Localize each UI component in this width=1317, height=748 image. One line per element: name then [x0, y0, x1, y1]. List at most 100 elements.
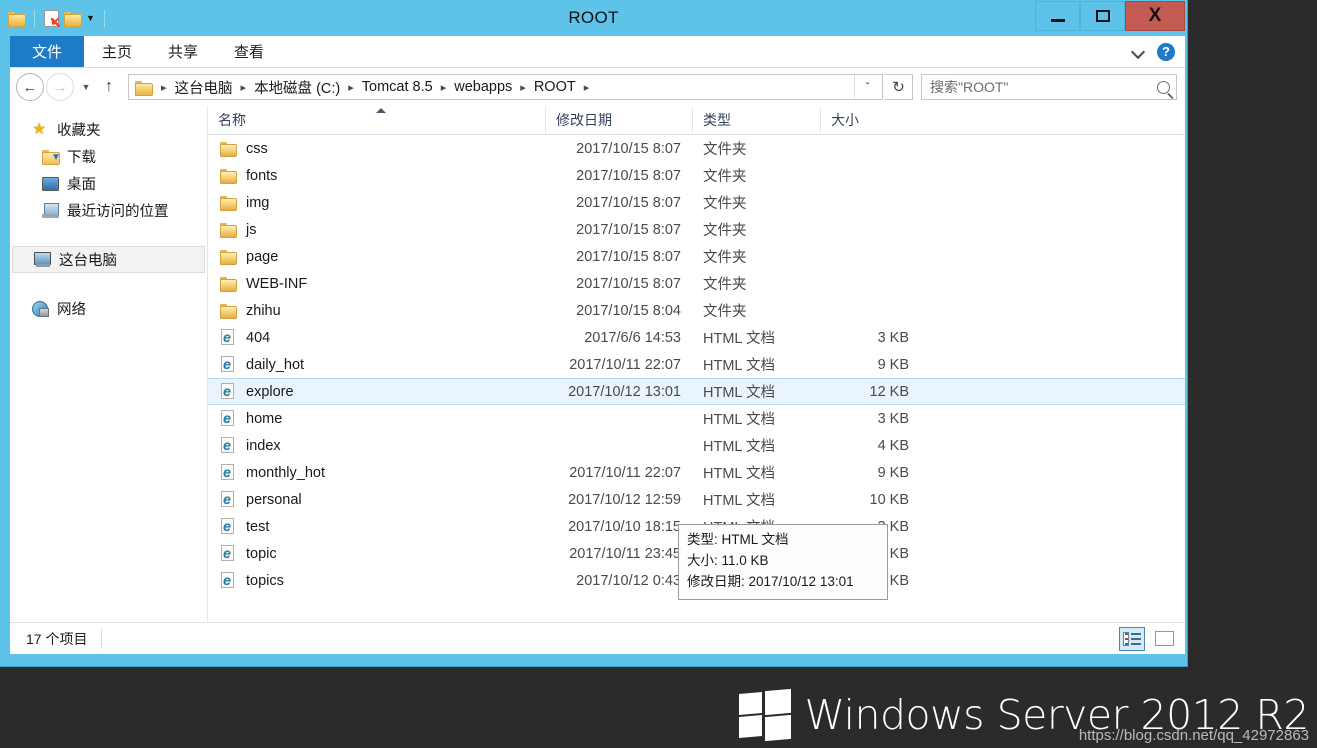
file-type: HTML 文档	[703, 466, 775, 482]
table-row[interactable]: e monthly_hot 2017/10/11 22:07 HTML 文档 9…	[208, 459, 1185, 486]
html-document-icon: e	[220, 518, 237, 535]
breadcrumb-item-root[interactable]: ROOT	[531, 79, 579, 95]
file-date: 2017/10/12 13:01	[568, 383, 681, 400]
file-size: 3 KB	[877, 329, 909, 346]
up-button[interactable]: ↑	[98, 73, 120, 101]
table-row[interactable]: e 404 2017/6/6 14:53 HTML 文档 3 KB	[208, 324, 1185, 351]
table-row[interactable]: js 2017/10/15 8:07 文件夹	[208, 216, 1185, 243]
recent-locations-button[interactable]: ▼	[76, 73, 96, 101]
sidebar-item-favorites[interactable]: ★ 收藏夹	[10, 116, 207, 143]
file-type: 文件夹	[703, 142, 747, 158]
breadcrumb-item-this-pc[interactable]: 这台电脑	[172, 77, 236, 98]
file-name: explore	[246, 383, 294, 400]
file-name-cell: e home	[220, 410, 546, 427]
search-input[interactable]: 搜索"ROOT"	[921, 74, 1177, 100]
sidebar-item-network[interactable]: 网络	[10, 295, 207, 322]
back-button[interactable]: ←	[16, 73, 44, 101]
table-row[interactable]: WEB-INF 2017/10/15 8:07 文件夹	[208, 270, 1185, 297]
file-date: 2017/6/6 14:53	[584, 329, 681, 346]
large-icons-view-button[interactable]	[1151, 627, 1177, 651]
column-header-date-modified[interactable]: 修改日期	[546, 106, 693, 134]
breadcrumb-separator-3[interactable]: ▸	[436, 81, 452, 94]
column-header-name[interactable]: 名称	[208, 106, 546, 134]
breadcrumb-item-webapps[interactable]: webapps	[451, 79, 515, 95]
file-name-cell: e personal	[220, 491, 546, 508]
folder-icon	[220, 222, 237, 238]
file-name: js	[246, 221, 257, 238]
file-name-cell: img	[220, 195, 546, 211]
file-type: 文件夹	[703, 277, 747, 293]
file-type: 文件夹	[703, 223, 747, 239]
table-row-selected[interactable]: e explore 2017/10/12 13:01 HTML 文档 12 KB	[208, 378, 1185, 405]
breadcrumb-separator-2[interactable]: ▸	[343, 81, 359, 94]
folder-icon	[220, 141, 237, 157]
table-row[interactable]: zhihu 2017/10/15 8:04 文件夹	[208, 297, 1185, 324]
file-type: 文件夹	[703, 169, 747, 185]
breadcrumb-separator-4[interactable]: ▸	[515, 81, 531, 94]
maximize-button[interactable]	[1080, 1, 1125, 31]
column-header-size[interactable]: 大小	[821, 106, 921, 134]
tab-share[interactable]: 共享	[150, 36, 216, 67]
search-icon[interactable]	[1157, 80, 1170, 94]
breadcrumb[interactable]: ▸ 这台电脑 ▸ 本地磁盘 (C:) ▸ Tomcat 8.5 ▸ webapp…	[128, 74, 883, 100]
tab-view[interactable]: 查看	[216, 36, 282, 67]
file-date: 2017/10/12 0:43	[576, 572, 681, 589]
file-type: HTML 文档	[703, 358, 775, 374]
forward-button[interactable]: →	[46, 73, 74, 101]
file-name: 404	[246, 329, 271, 346]
column-header-type[interactable]: 类型	[693, 106, 821, 134]
tooltip-date-modified: 修改日期: 2017/10/12 13:01	[687, 573, 854, 589]
chevron-down-icon[interactable]	[1133, 46, 1145, 58]
table-row[interactable]: e personal 2017/10/12 12:59 HTML 文档 10 K…	[208, 486, 1185, 513]
file-name-cell: WEB-INF	[220, 276, 546, 292]
file-name-cell: e topic	[220, 545, 546, 562]
table-row[interactable]: img 2017/10/15 8:07 文件夹	[208, 189, 1185, 216]
folder-icon	[220, 249, 237, 265]
navigation-pane: ★ 收藏夹 ▼ 下载 桌面 最近访问的位置 这台电脑 网络	[10, 106, 208, 622]
file-size: 3 KB	[877, 410, 909, 427]
sidebar-item-label: 最近访问的位置	[67, 204, 169, 220]
breadcrumb-tools: ˇ	[854, 75, 880, 99]
table-row[interactable]: page 2017/10/15 8:07 文件夹	[208, 243, 1185, 270]
file-name: WEB-INF	[246, 275, 308, 292]
address-dropdown-button[interactable]: ˇ	[854, 75, 880, 99]
sidebar-item-label: 下载	[67, 150, 96, 166]
file-name: monthly_hot	[246, 464, 325, 481]
file-name-cell: e index	[220, 437, 546, 454]
sidebar-item-this-pc[interactable]: 这台电脑	[12, 246, 205, 273]
file-name-cell: e test	[220, 518, 546, 535]
breadcrumb-separator-0[interactable]: ▸	[156, 81, 172, 94]
breadcrumb-item-tomcat[interactable]: Tomcat 8.5	[359, 79, 436, 95]
minimize-button[interactable]	[1035, 1, 1080, 31]
table-row[interactable]: e index HTML 文档 4 KB	[208, 432, 1185, 459]
close-button[interactable]: X	[1125, 1, 1185, 31]
table-row[interactable]: css 2017/10/15 8:07 文件夹	[208, 135, 1185, 162]
breadcrumb-separator-5[interactable]: ▸	[579, 81, 595, 94]
table-row[interactable]: e daily_hot 2017/10/11 22:07 HTML 文档 9 K…	[208, 351, 1185, 378]
html-document-icon: e	[220, 383, 237, 400]
file-date: 2017/10/15 8:07	[576, 275, 681, 292]
file-name: home	[246, 410, 283, 427]
table-row[interactable]: fonts 2017/10/15 8:07 文件夹	[208, 162, 1185, 189]
table-row[interactable]: e home HTML 文档 3 KB	[208, 405, 1185, 432]
breadcrumb-item-local-disk-c[interactable]: 本地磁盘 (C:)	[251, 77, 343, 98]
details-view-icon	[1123, 631, 1141, 646]
sidebar-item-recent-places[interactable]: 最近访问的位置	[10, 197, 207, 224]
help-icon[interactable]: ?	[1157, 42, 1175, 61]
details-view-button[interactable]	[1119, 626, 1145, 651]
file-size: 9 KB	[877, 356, 909, 373]
file-date: 2017/10/15 8:07	[576, 167, 681, 184]
html-document-icon: e	[220, 410, 237, 427]
html-document-icon: e	[220, 329, 237, 346]
html-document-icon: e	[220, 545, 237, 562]
tab-file[interactable]: 文件	[10, 36, 85, 67]
sidebar-item-downloads[interactable]: ▼ 下载	[10, 143, 207, 170]
desktop-icon	[42, 176, 59, 191]
file-name: css	[246, 140, 268, 157]
refresh-button[interactable]: ↻	[885, 74, 913, 100]
file-name-cell: zhihu	[220, 303, 546, 319]
breadcrumb-separator-1[interactable]: ▸	[236, 81, 252, 94]
file-name-cell: page	[220, 249, 546, 265]
tab-home[interactable]: 主页	[84, 36, 150, 67]
sidebar-item-desktop[interactable]: 桌面	[10, 170, 207, 197]
